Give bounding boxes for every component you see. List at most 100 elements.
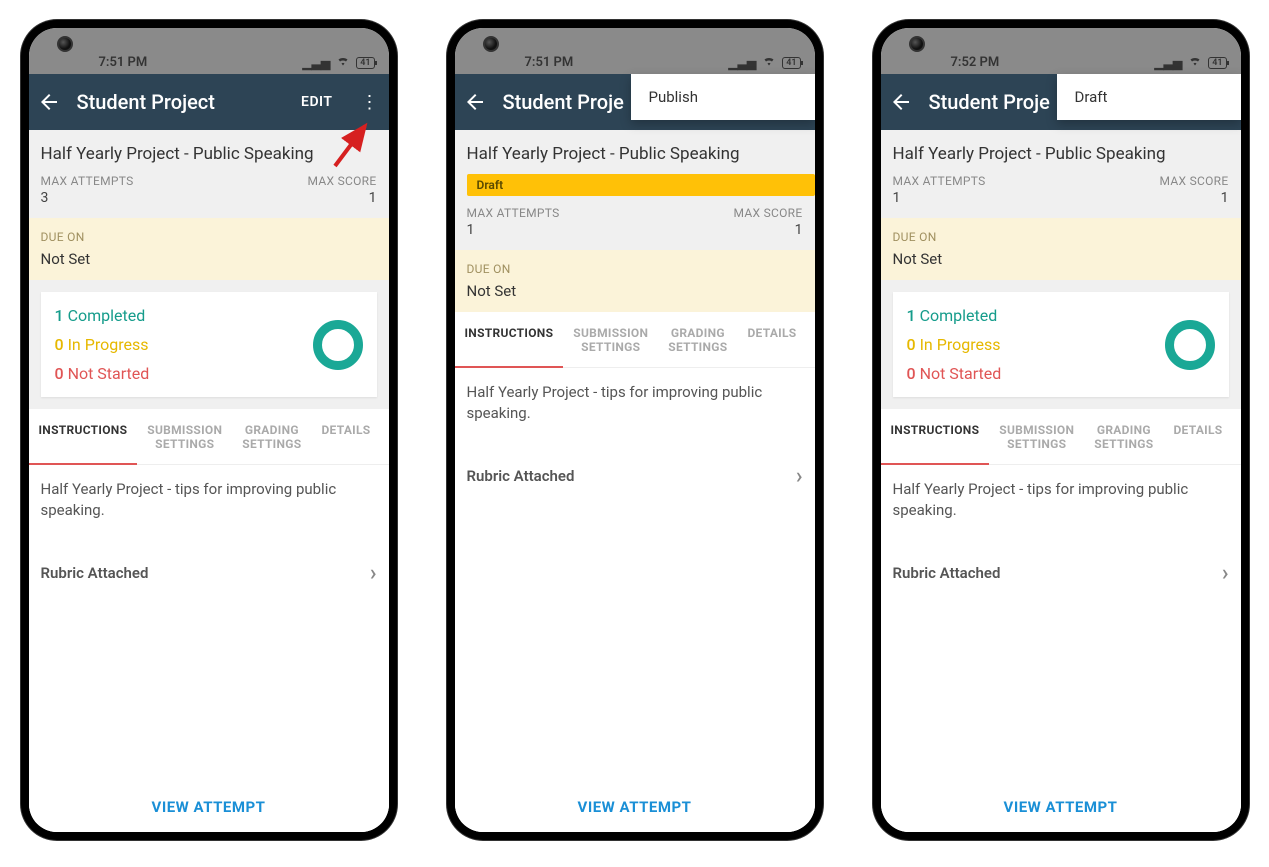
- inprogress-count: 0: [907, 335, 916, 354]
- tab-submission-settings[interactable]: SUBMISSIONSETTINGS: [989, 409, 1084, 464]
- app-bar: Student Project EDIT ⋮: [29, 74, 389, 130]
- tab-grading-settings[interactable]: GRADINGSETTINGS: [1084, 409, 1163, 464]
- rubric-row[interactable]: Rubric Attached ›: [893, 561, 1229, 586]
- chevron-right-icon: ›: [370, 561, 377, 586]
- max-score-label: MAX SCORE: [1159, 174, 1228, 188]
- instruction-text: Half Yearly Project - tips for improving…: [41, 479, 377, 521]
- notstarted-count: 0: [55, 364, 64, 383]
- camera-notch: [909, 36, 925, 52]
- battery-icon: 41: [1208, 57, 1226, 69]
- tab-submission-settings[interactable]: SUBMISSIONSETTINGS: [137, 409, 232, 464]
- rubric-row[interactable]: Rubric Attached ›: [41, 561, 377, 586]
- phone-3: 7:52 PM ▁▃▅ 41 Student Proje Draft: [873, 20, 1249, 840]
- due-label: DUE ON: [41, 230, 377, 244]
- wifi-icon: [1188, 55, 1202, 70]
- signal-icon: ▁▃▅: [729, 56, 757, 70]
- camera-notch: [483, 36, 499, 52]
- tab-body: Half Yearly Project - tips for improving…: [881, 465, 1241, 782]
- draft-badge: Draft: [467, 174, 815, 196]
- tab-body: Half Yearly Project - tips for improving…: [29, 465, 389, 782]
- tabs: INSTRUCTIONS SUBMISSIONSETTINGS GRADINGS…: [455, 312, 815, 368]
- signal-icon: ▁▃▅: [303, 56, 331, 70]
- project-title: Half Yearly Project - Public Speaking: [881, 130, 1241, 174]
- due-value: Not Set: [467, 282, 803, 300]
- tab-instructions[interactable]: INSTRUCTIONS: [455, 312, 564, 367]
- menu-item-draft[interactable]: Draft: [1075, 88, 1108, 106]
- completed-count: 1: [907, 306, 916, 325]
- tab-instructions[interactable]: INSTRUCTIONS: [881, 409, 990, 464]
- max-attempts-label: MAX ATTEMPTS: [467, 206, 560, 220]
- completed-label: Completed: [68, 306, 146, 325]
- notstarted-label: Not Started: [68, 364, 150, 383]
- chevron-right-icon: ›: [796, 464, 803, 489]
- status-bar: 7:52 PM ▁▃▅ 41: [881, 28, 1241, 74]
- wifi-icon: [336, 55, 350, 70]
- signal-icon: ▁▃▅: [1155, 56, 1183, 70]
- status-icons: ▁▃▅ 41: [303, 55, 375, 70]
- tab-body: Half Yearly Project - tips for improving…: [455, 368, 815, 782]
- instruction-text: Half Yearly Project - tips for improving…: [467, 382, 803, 424]
- status-icons: ▁▃▅ 41: [1155, 55, 1227, 70]
- due-value: Not Set: [41, 250, 377, 268]
- inprogress-label: In Progress: [68, 335, 149, 354]
- max-score-label: MAX SCORE: [307, 174, 376, 188]
- tabs: INSTRUCTIONS SUBMISSIONSETTINGS GRADINGS…: [29, 409, 389, 465]
- app-bar-title: Student Project: [77, 90, 278, 114]
- max-score-value: 1: [1159, 190, 1228, 206]
- tabs: INSTRUCTIONS SUBMISSIONSETTINGS GRADINGS…: [881, 409, 1241, 465]
- view-attempt-button[interactable]: VIEW ATTEMPT: [455, 782, 815, 832]
- inprogress-count: 0: [55, 335, 64, 354]
- view-attempt-button[interactable]: VIEW ATTEMPT: [29, 782, 389, 832]
- rubric-row[interactable]: Rubric Attached ›: [467, 464, 803, 489]
- max-score-value: 1: [307, 190, 376, 206]
- phone-1: 7:51 PM ▁▃▅ 41 Student Project EDIT ⋮ Ha…: [21, 20, 397, 840]
- screen: 7:52 PM ▁▃▅ 41 Student Proje Draft: [881, 28, 1241, 832]
- battery-icon: 41: [356, 57, 374, 69]
- due-value: Not Set: [893, 250, 1229, 268]
- rubric-label: Rubric Attached: [41, 564, 149, 582]
- tab-grading-settings[interactable]: GRADINGSETTINGS: [658, 312, 737, 367]
- progress-ring-icon: [313, 320, 363, 370]
- max-attempts-value: 1: [893, 190, 986, 206]
- due-label: DUE ON: [467, 262, 803, 276]
- status-time: 7:51 PM: [43, 55, 148, 70]
- tab-details[interactable]: DETAILS: [311, 409, 380, 464]
- tab-instructions[interactable]: INSTRUCTIONS: [29, 409, 138, 464]
- tab-grading-settings[interactable]: GRADINGSETTINGS: [232, 409, 311, 464]
- back-icon[interactable]: [37, 90, 61, 114]
- view-attempt-button[interactable]: VIEW ATTEMPT: [881, 782, 1241, 832]
- meta-row: MAX ATTEMPTS 1 MAX SCORE 1: [455, 206, 815, 250]
- status-card: 1 Completed 0 In Progress 0 Not Started: [41, 292, 377, 397]
- chevron-right-icon: ›: [1222, 561, 1229, 586]
- inprogress-label: In Progress: [920, 335, 1001, 354]
- status-bar: 7:51 PM ▁▃▅ 41: [455, 28, 815, 74]
- content: Half Yearly Project - Public Speaking Dr…: [455, 130, 815, 832]
- tab-details[interactable]: DETAILS: [737, 312, 806, 367]
- rubric-label: Rubric Attached: [467, 467, 575, 485]
- max-attempts-label: MAX ATTEMPTS: [41, 174, 134, 188]
- screen: 7:51 PM ▁▃▅ 41 Student Proje Publish: [455, 28, 815, 832]
- content: Half Yearly Project - Public Speaking MA…: [29, 130, 389, 832]
- due-block: DUE ON Not Set: [455, 250, 815, 312]
- tab-details[interactable]: DETAILS: [1163, 409, 1232, 464]
- project-title: Half Yearly Project - Public Speaking: [29, 130, 389, 174]
- back-icon[interactable]: [463, 90, 487, 114]
- status-card: 1 Completed 0 In Progress 0 Not Started: [893, 292, 1229, 397]
- app-bar: Student Proje Draft: [881, 74, 1241, 130]
- back-icon[interactable]: [889, 90, 913, 114]
- edit-button[interactable]: EDIT: [293, 86, 340, 118]
- menu-item-publish[interactable]: Publish: [649, 88, 698, 106]
- max-attempts-label: MAX ATTEMPTS: [893, 174, 986, 188]
- battery-icon: 41: [782, 57, 800, 69]
- overflow-menu-popover[interactable]: Publish: [631, 74, 815, 120]
- overflow-menu-icon[interactable]: ⋮: [357, 84, 381, 121]
- due-block: DUE ON Not Set: [881, 218, 1241, 280]
- status-time: 7:51 PM: [469, 55, 574, 70]
- meta-row: MAX ATTEMPTS 1 MAX SCORE 1: [881, 174, 1241, 218]
- progress-ring-icon: [1165, 320, 1215, 370]
- rubric-label: Rubric Attached: [893, 564, 1001, 582]
- overflow-menu-popover[interactable]: Draft: [1057, 74, 1241, 120]
- phone-2: 7:51 PM ▁▃▅ 41 Student Proje Publish: [447, 20, 823, 840]
- tab-submission-settings[interactable]: SUBMISSIONSETTINGS: [563, 312, 658, 367]
- app-bar: Student Proje Publish: [455, 74, 815, 130]
